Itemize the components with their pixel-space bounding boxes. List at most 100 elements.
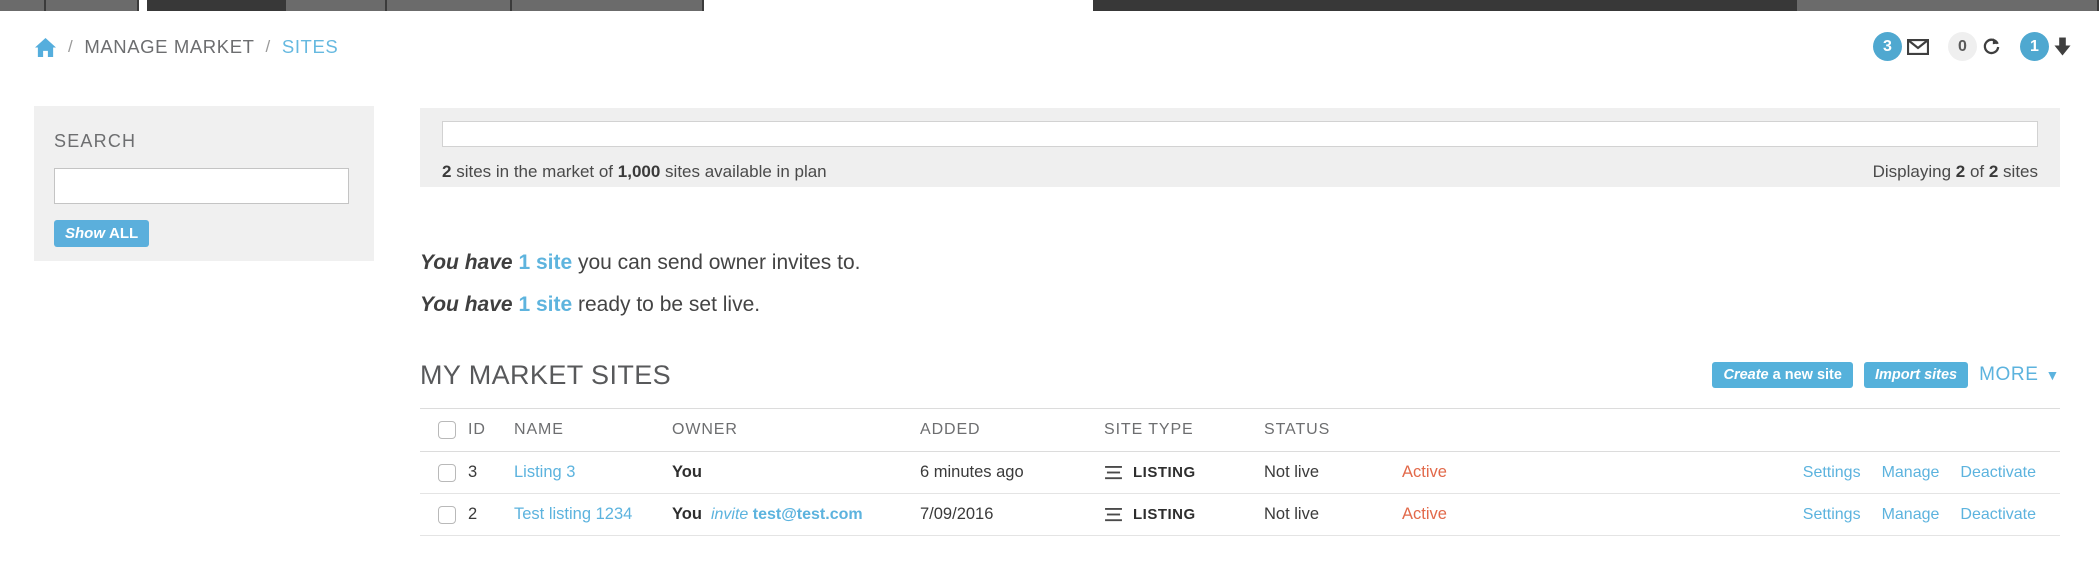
tab-strip-gap <box>139 0 147 11</box>
refresh-icon[interactable] <box>1982 37 2001 56</box>
home-icon[interactable] <box>34 37 57 58</box>
displaying-total: 2 <box>1988 162 1999 181</box>
cell-actions: Settings Manage Deactivate <box>1572 464 2060 482</box>
status-badge: Active <box>1402 463 1447 481</box>
show-all-button-bold: ALL <box>109 225 139 242</box>
listing-lines-icon <box>1104 507 1123 522</box>
notice-1-rest: you can send owner invites to. <box>577 251 861 274</box>
action-deactivate-link[interactable]: Deactivate <box>1960 464 2036 482</box>
displaying-text: Displaying 2 of 2 sites <box>1873 162 2038 182</box>
header-indicators: 3 0 1 <box>1867 32 2071 61</box>
select-all-checkbox[interactable] <box>438 421 456 439</box>
cell-status: Not live <box>1264 463 1320 481</box>
row-checkbox[interactable] <box>438 463 456 482</box>
cell-name: Test listing 1234 <box>514 505 672 524</box>
import-button-italic: Import sites <box>1874 367 1958 383</box>
site-type-label: LISTING <box>1133 464 1196 481</box>
row-checkbox[interactable] <box>438 505 456 524</box>
download-arrow-icon[interactable] <box>2054 37 2071 56</box>
owner-label: You <box>672 505 702 523</box>
invite-link[interactable]: invite test@test.com <box>711 506 863 524</box>
notice-2-rest: ready to be set live. <box>577 293 761 316</box>
more-dropdown[interactable]: MORE ▼ <box>1979 364 2060 386</box>
cell-owner: You <box>672 463 920 482</box>
cell-added: 6 minutes ago <box>920 463 1024 481</box>
section-actions: Create a new site Import sites MORE ▼ <box>1712 362 2060 388</box>
sites-count-suffix: sites available in plan <box>660 162 827 181</box>
create-new-site-button[interactable]: Create a new site <box>1712 362 1853 388</box>
cell-active: Active <box>1402 463 1572 482</box>
pending-badge: 0 <box>1948 32 1977 61</box>
browser-tab[interactable] <box>286 0 387 11</box>
header-added[interactable]: ADDED <box>920 421 1104 439</box>
header-status[interactable]: STATUS <box>1264 421 1402 439</box>
browser-tab[interactable] <box>1797 0 2099 11</box>
breadcrumb-separator-1: / <box>68 37 74 56</box>
cell-added: 7/09/2016 <box>920 505 994 523</box>
header-owner[interactable]: OWNER <box>672 421 920 439</box>
create-button-italic: Create <box>1723 367 1769 383</box>
table-row: 2 Test listing 1234 You invite test@test.co… <box>420 494 2060 536</box>
breadcrumb-separator-2: / <box>265 37 271 56</box>
site-name-link[interactable]: Test listing 1234 <box>514 505 632 523</box>
cell-status: Not live <box>1264 505 1320 523</box>
plan-usage-bar: 2 sites in the market of 1,000 sites ava… <box>420 108 2060 187</box>
plan-usage-progress <box>442 121 2038 147</box>
notice-2-lead: You have <box>420 293 513 316</box>
notice-1-lead: You have <box>420 251 513 274</box>
sites-count-mid: sites in the market of <box>451 162 618 181</box>
pending-indicator[interactable]: 0 <box>1948 32 2001 61</box>
site-name-link[interactable]: Listing 3 <box>514 463 575 481</box>
header-id[interactable]: ID <box>468 421 514 439</box>
cell-site-type: LISTING <box>1104 506 1264 523</box>
sites-table: ID NAME OWNER ADDED SITE TYPE STATUS 3 Li… <box>420 408 2060 536</box>
owner-label: You <box>672 463 702 481</box>
breadcrumb-item-manage-market[interactable]: MANAGE MARKET <box>84 36 254 58</box>
action-manage-link[interactable]: Manage <box>1882 506 1940 524</box>
header-name[interactable]: NAME <box>514 421 672 439</box>
search-panel: SEARCH Show ALL <box>34 106 374 261</box>
cell-site-type: LISTING <box>1104 464 1264 481</box>
notice-2-highlight[interactable]: 1 site <box>518 293 572 316</box>
messages-indicator[interactable]: 3 <box>1873 32 1929 61</box>
header-site-type[interactable]: SITE TYPE <box>1104 421 1264 439</box>
browser-tab[interactable] <box>46 0 139 11</box>
import-sites-button[interactable]: Import sites <box>1863 362 1969 388</box>
notice-set-live: You have 1 site ready to be set live. <box>420 293 760 317</box>
cell-id: 3 <box>468 463 478 481</box>
browser-tab[interactable] <box>512 0 704 11</box>
table-body: 3 Listing 3 You 6 minutes ago LISTING Not liv… <box>420 452 2060 536</box>
action-manage-link[interactable]: Manage <box>1882 464 1940 482</box>
notice-1-highlight[interactable]: 1 site <box>518 251 572 274</box>
displaying-shown: 2 <box>1955 162 1966 181</box>
more-label: MORE <box>1979 364 2039 385</box>
action-settings-link[interactable]: Settings <box>1803 464 1861 482</box>
downloads-badge: 1 <box>2020 32 2049 61</box>
downloads-indicator[interactable]: 1 <box>2020 32 2071 61</box>
tab-strip-gap <box>704 0 1093 11</box>
site-type-label: LISTING <box>1133 506 1196 523</box>
select-all-cell <box>420 421 468 439</box>
displaying-suffix: sites <box>1998 162 2038 181</box>
browser-tab[interactable] <box>0 0 46 11</box>
action-settings-link[interactable]: Settings <box>1803 506 1861 524</box>
sites-count-text: 2 sites in the market of 1,000 sites ava… <box>442 162 827 182</box>
sites-plan-total: 1,000 <box>617 162 661 181</box>
browser-tab[interactable] <box>387 0 512 11</box>
breadcrumb: / MANAGE MARKET / SITES <box>34 36 338 58</box>
cell-actions: Settings Manage Deactivate <box>1572 506 2060 524</box>
browser-tab-strip <box>0 0 2099 11</box>
envelope-icon[interactable] <box>1907 38 1929 55</box>
action-deactivate-link[interactable]: Deactivate <box>1960 506 2036 524</box>
table-row: 3 Listing 3 You 6 minutes ago LISTING Not liv… <box>420 452 2060 494</box>
page-title: MY MARKET SITES <box>420 360 672 390</box>
displaying-mid: of <box>1965 162 1989 181</box>
breadcrumb-item-sites[interactable]: SITES <box>282 36 338 58</box>
displaying-prefix: Displaying <box>1872 162 1956 181</box>
cell-id: 2 <box>468 505 478 523</box>
notice-owner-invites: You have 1 site you can send owner invit… <box>420 251 860 275</box>
search-input[interactable] <box>54 168 349 204</box>
show-all-button[interactable]: Show ALL <box>54 220 150 247</box>
show-all-button-italic: Show <box>65 225 105 242</box>
cell-name: Listing 3 <box>514 463 672 482</box>
